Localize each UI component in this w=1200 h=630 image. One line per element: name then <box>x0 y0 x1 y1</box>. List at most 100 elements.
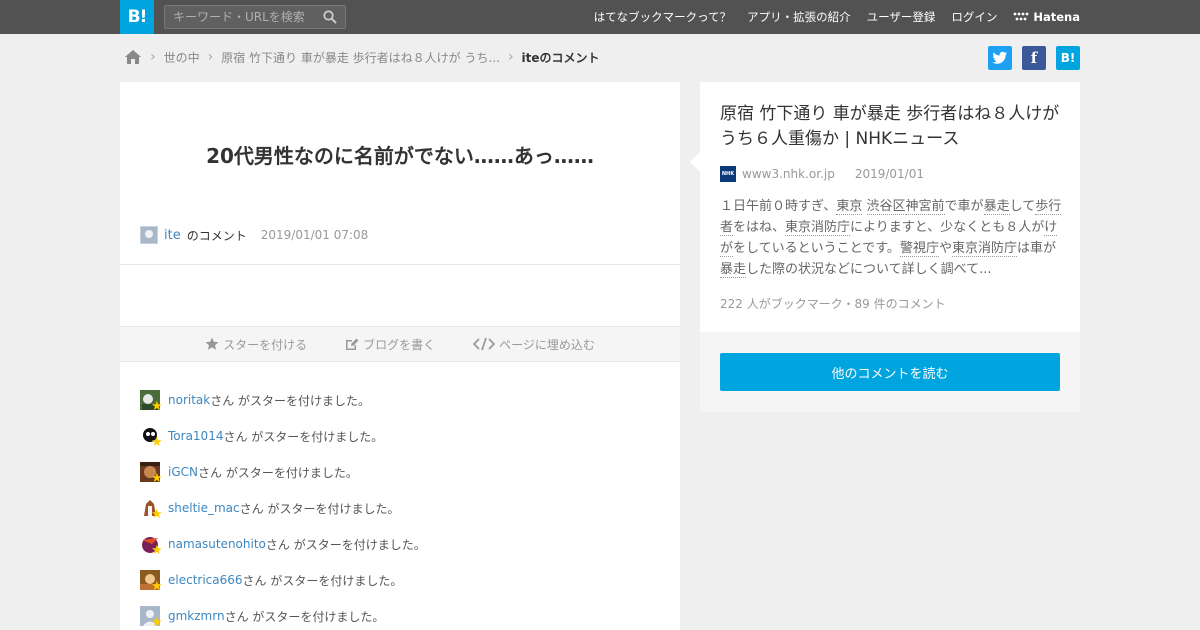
keyword-link[interactable]: 東京消防庁 <box>951 241 1017 257</box>
star-user-link[interactable]: electrica666 <box>168 573 243 587</box>
excerpt-text: １日午前０時すぎ、 <box>720 199 837 214</box>
article-source: NHK www3.nhk.or.jp 2019/01/01 <box>720 166 924 182</box>
excerpt-text <box>862 199 866 214</box>
star-user-link[interactable]: Tora1014 <box>168 429 223 443</box>
bookmark-count[interactable]: 222 人がブックマーク・89 件のコメント <box>720 295 946 312</box>
excerpt-text: は車が <box>1016 241 1056 256</box>
breadcrumb-category[interactable]: 世の中 <box>164 49 200 66</box>
star-user-link[interactable]: gmkzmrn <box>168 609 225 623</box>
keyword-link[interactable]: 暴走 <box>720 262 747 278</box>
comment-card: 20代男性なのに名前がでない……あっ…… ite のコメント 2019/01/0… <box>120 82 680 630</box>
chevron-right-icon: › <box>150 49 156 65</box>
star-icon: ★ <box>151 615 163 630</box>
star-user-link[interactable]: iGCN <box>168 465 198 479</box>
avatar[interactable]: ★ <box>140 426 163 450</box>
hatena-mark-icon <box>1013 12 1029 21</box>
write-blog-label: ブログを書く <box>363 337 436 352</box>
star-suffix: さん がスターを付けました。 <box>239 501 400 516</box>
avatar[interactable]: ★ <box>140 498 163 522</box>
nav-apps[interactable]: アプリ・拡張の紹介 <box>747 9 851 25</box>
article-date: 2019/01/01 <box>854 167 924 181</box>
comment-text: 20代男性なのに名前がでない……あっ…… <box>206 144 594 168</box>
add-star-button[interactable]: スターを付ける <box>205 336 307 353</box>
list-item: ★ iGCN さん がスターを付けました。 <box>140 454 426 490</box>
search-input[interactable] <box>173 9 313 25</box>
home-icon[interactable] <box>124 49 142 65</box>
nav-about[interactable]: はてなブックマークって？ <box>594 9 731 25</box>
excerpt-text: で車が <box>944 199 984 214</box>
star-icon: ★ <box>151 507 163 522</box>
star-icon: ★ <box>151 579 163 594</box>
write-blog-button[interactable]: ブログを書く <box>345 336 435 353</box>
star-icon: ★ <box>151 399 163 414</box>
star-icon: ★ <box>151 543 163 558</box>
article-panel: 原宿 竹下通り 車が暴走 歩行者はね８人けが うち６人重傷か | NHKニュース… <box>690 82 1080 412</box>
excerpt-text: した際の状況などについて詳しく調べて... <box>746 262 992 277</box>
star-user-link[interactable]: noritak <box>168 393 210 407</box>
star-icon: ★ <box>151 471 163 486</box>
chevron-right-icon: › <box>507 49 514 65</box>
star-icon <box>205 337 219 350</box>
keyword-link[interactable]: 東京消防庁 <box>785 220 851 236</box>
avatar[interactable]: ★ <box>140 534 163 558</box>
breadcrumb-current: iteのコメント <box>521 50 600 65</box>
share-buttons: f B! <box>988 46 1080 70</box>
read-more-comments-button[interactable]: 他のコメントを読む <box>720 353 1060 391</box>
list-item: ★ sheltie_mac さん がスターを付けました。 <box>140 490 426 526</box>
keyword-link[interactable]: 神宮前 <box>905 199 945 215</box>
star-list: ★ noritak さん がスターを付けました。 ★ Tora1014 さん がスタ… <box>140 382 426 630</box>
list-item: ★ electrica666 さん がスターを付けました。 <box>140 562 426 598</box>
search-box[interactable] <box>164 5 346 29</box>
hatena-bookmark-share-icon[interactable]: B! <box>1056 46 1080 70</box>
embed-button[interactable]: ページに埋め込む <box>473 336 595 353</box>
keyword-link[interactable]: 東京 <box>836 199 863 215</box>
star-user-link[interactable]: sheltie_mac <box>168 501 240 515</box>
favicon-icon: NHK <box>720 166 736 182</box>
excerpt-text: をはね、 <box>733 220 786 235</box>
list-item: ★ noritak さん がスターを付けました。 <box>140 382 426 418</box>
comment-suffix: のコメント <box>186 228 247 243</box>
search-icon[interactable] <box>323 10 337 24</box>
star-icon: ★ <box>151 435 163 450</box>
facebook-share-icon[interactable]: f <box>1022 46 1046 70</box>
list-item: ★ Tora1014 さん がスターを付けました。 <box>140 418 426 454</box>
star-suffix: さん がスターを付けました。 <box>198 465 358 480</box>
avatar[interactable] <box>140 226 158 244</box>
embed-label: ページに埋め込む <box>499 337 595 352</box>
keyword-link[interactable]: 渋谷区 <box>866 199 906 215</box>
nav-register[interactable]: ユーザー登録 <box>867 9 936 25</box>
excerpt-text: をしているということです。 <box>733 241 900 256</box>
star-suffix: さん がスターを付けました。 <box>223 429 384 444</box>
action-bar: スターを付ける ブログを書く ページに埋め込む <box>120 326 680 362</box>
star-suffix: さん がスターを付けました。 <box>224 609 385 624</box>
breadcrumb-article[interactable]: 原宿 竹下通り 車が暴走 歩行者はね８人けが うち... <box>221 49 500 66</box>
article-title[interactable]: 原宿 竹下通り 車が暴走 歩行者はね８人けが うち６人重傷か | NHKニュース <box>720 102 1062 152</box>
add-star-label: スターを付ける <box>223 337 308 352</box>
star-user-link[interactable]: namasutenohito <box>168 537 266 551</box>
hatena-bookmark-logo[interactable]: B! <box>120 0 154 34</box>
hatena-brand-link[interactable]: Hatena <box>1013 10 1080 24</box>
avatar[interactable]: ★ <box>140 390 163 414</box>
avatar[interactable]: ★ <box>140 462 163 486</box>
article-excerpt: １日午前０時すぎ、東京 渋谷区神宮前で車が暴走して歩行者をはね、東京消防庁により… <box>720 196 1062 280</box>
keyword-link[interactable]: 警視庁 <box>899 241 939 257</box>
star-suffix: さん がスターを付けました。 <box>210 393 371 408</box>
avatar[interactable]: ★ <box>140 606 163 630</box>
list-item: ★ namasutenohito さん がスターを付けました。 <box>140 526 426 562</box>
star-suffix: さん がスターを付けました。 <box>242 573 403 588</box>
code-icon <box>473 337 496 351</box>
avatar[interactable]: ★ <box>140 570 163 594</box>
divider <box>120 264 680 265</box>
comment-datetime: 2019/01/01 07:08 <box>260 228 369 242</box>
twitter-share-icon[interactable] <box>988 46 1012 70</box>
article-domain[interactable]: www3.nhk.or.jp <box>742 167 835 181</box>
top-bar: B! はてなブックマークって？ アプリ・拡張の紹介 ユーザー登録 ログイン Ha… <box>0 0 1200 34</box>
star-suffix: さん がスターを付けました。 <box>265 537 426 552</box>
breadcrumb: › 世の中 › 原宿 竹下通り 車が暴走 歩行者はね８人けが うち... › i… <box>124 46 600 68</box>
comment-author: ite のコメント 2019/01/01 07:08 <box>140 226 368 244</box>
excerpt-text: や <box>938 241 952 256</box>
hatena-brand-text: Hatena <box>1033 10 1080 24</box>
nav-login[interactable]: ログイン <box>951 9 997 25</box>
keyword-link[interactable]: 暴走 <box>983 199 1010 215</box>
comment-user-link[interactable]: ite <box>164 228 181 243</box>
